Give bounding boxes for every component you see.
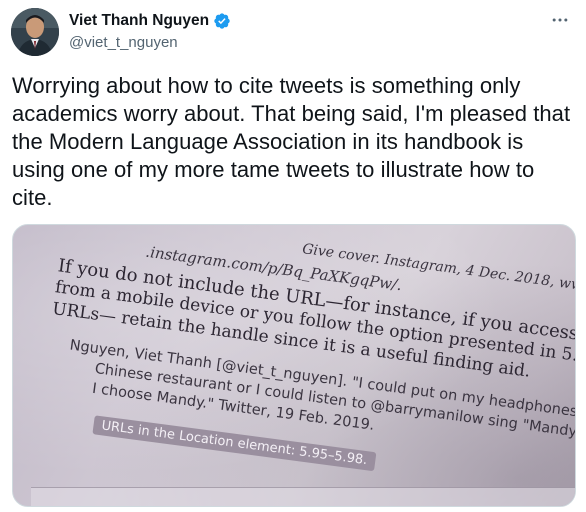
tweet-photo[interactable]: .instagram.com/p/Bq_PaXKgqPw/. Give cove… — [12, 224, 576, 507]
author-name-row: Viet Thanh Nguyen — [69, 12, 231, 31]
author-block: Viet Thanh Nguyen @viet_t_nguyen — [69, 12, 231, 52]
tweet-card: Viet Thanh Nguyen @viet_t_nguyen Worryin… — [0, 0, 586, 512]
verified-badge-icon — [213, 12, 231, 30]
more-horizontal-icon[interactable] — [546, 8, 574, 32]
author-handle[interactable]: @viet_t_nguyen — [69, 34, 231, 52]
author-display-name[interactable]: Viet Thanh Nguyen — [69, 12, 209, 31]
book-page-edge — [31, 487, 575, 506]
book-page: .instagram.com/p/Bq_PaXKgqPw/. Give cove… — [13, 225, 575, 472]
tweet-text: Worrying about how to cite tweets is som… — [12, 73, 571, 210]
avatar-image — [11, 8, 59, 56]
avatar[interactable] — [11, 8, 59, 56]
